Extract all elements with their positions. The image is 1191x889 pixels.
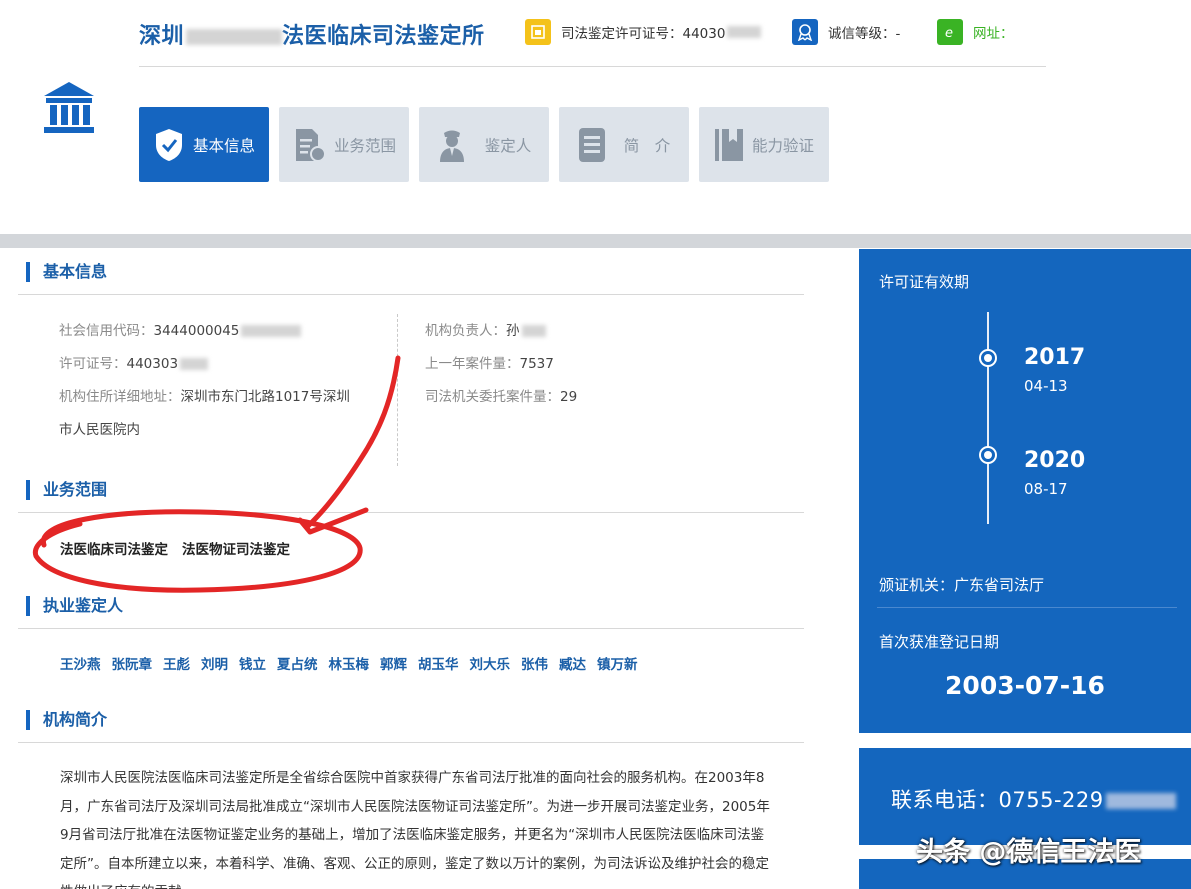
expert-link[interactable]: 夏占统 (277, 657, 318, 673)
end-date: 08-17 (1024, 480, 1068, 498)
first-reg-date: 2003-07-16 (945, 671, 1105, 700)
info-divider (397, 314, 398, 466)
end-year: 2020 (1024, 448, 1086, 473)
first-reg-label: 首次获准登记日期 (879, 633, 1000, 651)
website-label[interactable]: 网址： (973, 22, 1014, 42)
expert-link[interactable]: 林玉梅 (329, 657, 370, 673)
bookmark-icon (714, 128, 744, 162)
expert-link[interactable]: 张阮章 (112, 657, 153, 673)
section-title-basic: 基本信息 (26, 262, 107, 282)
list-icon (578, 127, 606, 163)
start-date: 04-13 (1024, 377, 1068, 395)
section-divider (18, 628, 804, 629)
svg-text:e: e (945, 26, 953, 40)
tab-business-scope[interactable]: 业务范围 (279, 107, 409, 182)
start-year: 2017 (1024, 345, 1086, 370)
license-number-item: 司法鉴定许可证号：44030 (525, 18, 762, 46)
intro-text: 深圳市人民医院法医临床司法鉴定所是全省综合医院中首家获得广东省司法厅批准的面向社… (60, 770, 770, 889)
tab-introduction[interactable]: 简 介 (559, 107, 689, 182)
section-band (0, 234, 1191, 248)
timeline-dot (979, 349, 997, 367)
institution-building-icon (44, 82, 94, 133)
watermark: 头条 @德信王法医 (916, 837, 1142, 868)
page-root: 深圳 法医临床司法鉴定所 司法鉴定许可证号：44030 诚信等级：- e 网址： … (0, 0, 1191, 889)
section-title-intro: 机构简介 (26, 710, 107, 730)
expert-link[interactable]: 胡玉华 (418, 657, 459, 673)
panel-divider (877, 607, 1177, 608)
expert-link[interactable]: 刘大乐 (470, 657, 511, 673)
timeline-dot (979, 446, 997, 464)
section-divider (18, 512, 804, 513)
header-divider (139, 66, 1046, 67)
validity-label: 许可证有效期 (879, 273, 970, 291)
judicial-cases-row: 司法机关委托案件量：29 (425, 389, 578, 405)
expert-link[interactable]: 张伟 (521, 657, 548, 673)
scope-item: 法医临床司法鉴定 (60, 542, 168, 558)
expert-link[interactable]: 刘明 (201, 657, 228, 673)
expert-link[interactable]: 臧达 (559, 657, 586, 673)
last-year-cases-row: 上一年案件量：7537 (425, 356, 554, 372)
institution-title: 深圳 法医临床司法鉴定所 (139, 24, 485, 49)
credit-level-item: 诚信等级：- (792, 18, 900, 46)
basic-info-right: 机构负责人：孙 上一年案件量：7537 司法机关委托案件量：29 (425, 315, 577, 414)
certificate-icon (525, 19, 551, 45)
issuer-label: 颁证机关：广东省司法厅 (879, 576, 1045, 594)
shield-check-icon (153, 127, 185, 163)
head-row: 机构负责人：孙 (425, 315, 577, 348)
award-ribbon-icon (792, 19, 818, 45)
document-icon (292, 127, 326, 163)
section-title-scope: 业务范围 (26, 480, 107, 500)
person-icon (437, 127, 467, 163)
section-title-experts: 执业鉴定人 (26, 596, 123, 616)
timeline-line (987, 312, 989, 524)
tab-proficiency-test[interactable]: 能力验证 (699, 107, 829, 182)
tab-basic-info[interactable]: 基本信息 (139, 107, 269, 182)
expert-link[interactable]: 王彪 (163, 657, 190, 673)
expert-link[interactable]: 王沙燕 (60, 657, 101, 673)
scope-item: 法医物证司法鉴定 (182, 542, 290, 558)
license-panel: 许可证有效期 2017 04-13 2020 08-17 颁证机关：广东省司法厅… (859, 249, 1191, 733)
tab-appraisers[interactable]: 鉴定人 (419, 107, 549, 182)
expert-list: 王沙燕 张阮章 王彪 刘明 钱立 夏占统 林玉梅 郭辉 胡玉华 刘大乐 张伟 臧达 镇万新 (60, 653, 649, 673)
expert-link[interactable]: 钱立 (239, 657, 266, 673)
section-divider (18, 294, 804, 295)
address-row-cont: 市人民医院内 (59, 422, 140, 438)
contact-phone: 联系电话：0755-229 (891, 784, 1176, 814)
browser-e-icon: e (937, 19, 963, 45)
website-item[interactable]: e 网址： (937, 18, 1014, 46)
basic-info-left: 社会信用代码：3444000045 许可证号：440303 机构住所详细地址：深… (59, 315, 379, 447)
license-row: 许可证号：440303 (59, 348, 379, 381)
address-row: 机构住所详细地址：深圳市东门北路1017号深圳 (59, 389, 350, 405)
section-divider (18, 742, 804, 743)
scope-list: 法医临床司法鉴定 法医物证司法鉴定 (60, 538, 304, 558)
expert-link[interactable]: 镇万新 (597, 657, 638, 673)
credit-code-row: 社会信用代码：3444000045 (59, 315, 379, 348)
expert-link[interactable]: 郭辉 (380, 657, 407, 673)
